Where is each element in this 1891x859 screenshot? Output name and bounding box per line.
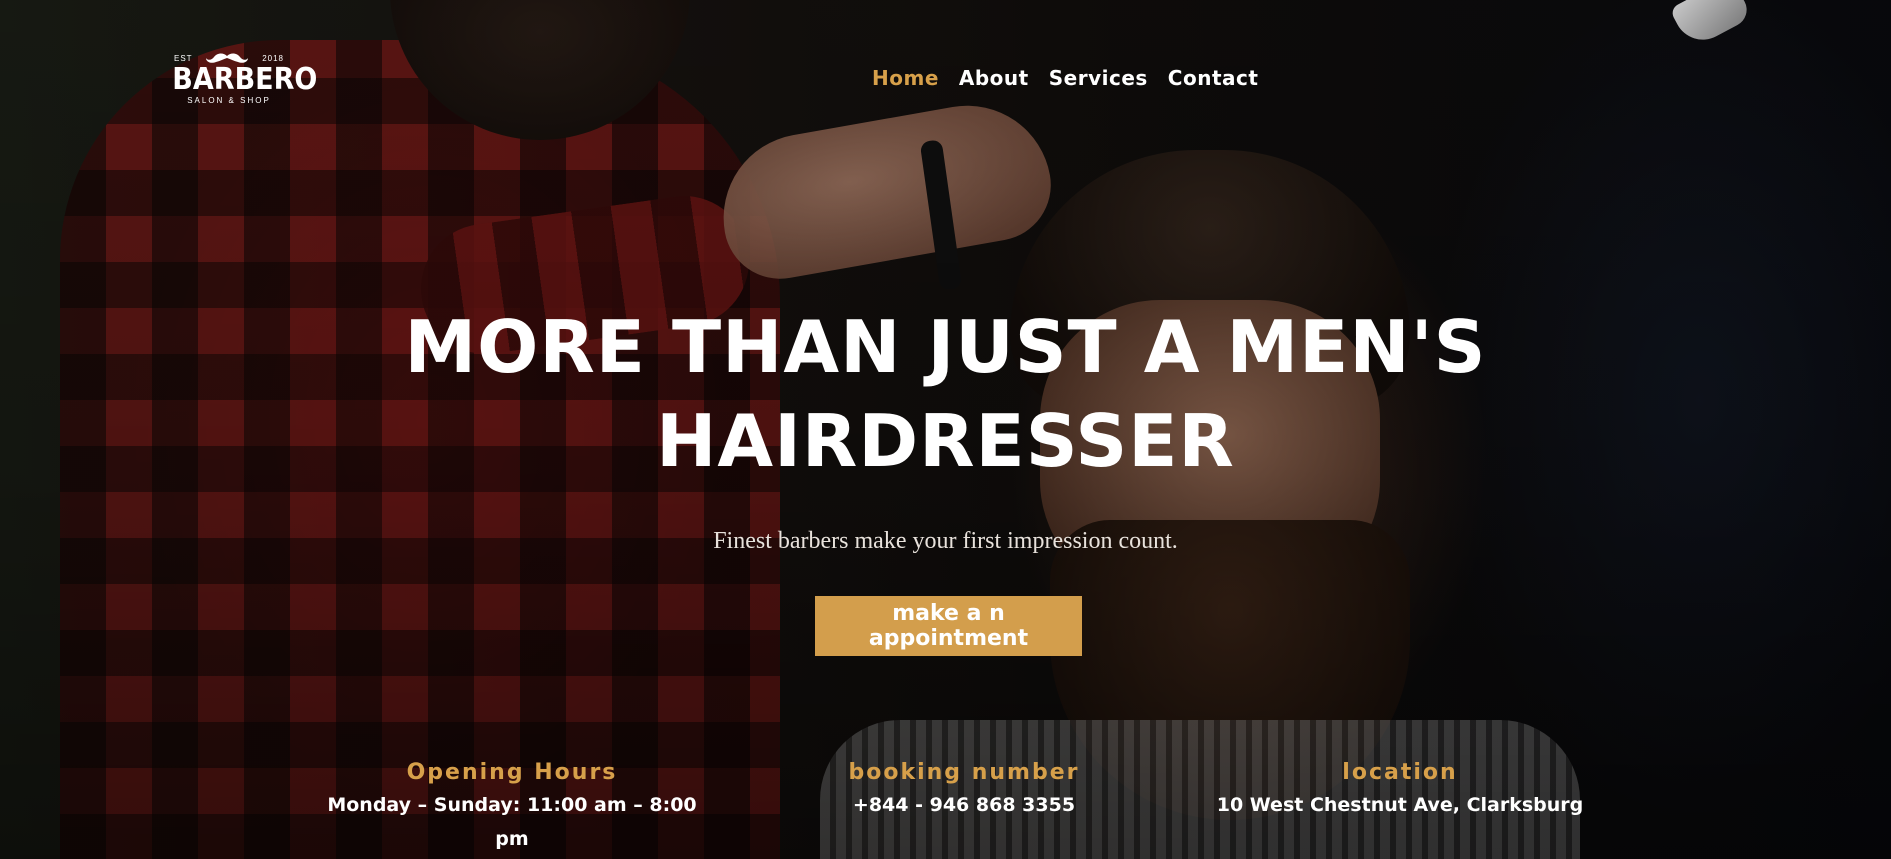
logo-name: BARBERO [172, 62, 318, 97]
hero-headline-line2: HAIRDRESSER [656, 399, 1235, 483]
booking-number-title: booking number [848, 760, 1080, 785]
hero-subtitle: Finest barbers make your first impressio… [713, 528, 1178, 554]
nav-item-services[interactable]: Services [1049, 66, 1148, 90]
main-nav: Home About Services Contact [872, 66, 1258, 90]
background-photo-barber-hand [710, 92, 1060, 288]
nav-item-home[interactable]: Home [872, 66, 939, 90]
make-appointment-button[interactable]: make a n appointment [815, 596, 1082, 656]
location-title: location [1342, 760, 1458, 785]
opening-hours-title: Opening Hours [406, 760, 618, 785]
location-block: location 10 West Chestnut Ave, Clarksbur… [1210, 758, 1590, 822]
booking-number-block: booking number +844 - 946 868 3355 [774, 758, 1154, 822]
nav-item-about[interactable]: About [959, 66, 1029, 90]
hero-headline: MORE THAN JUST A MEN'S HAIRDRESSER [0, 300, 1891, 488]
brand-logo[interactable]: EST 2018 BARBERO SALON & SHOP [166, 52, 318, 105]
location-value: 10 West Chestnut Ave, Clarksburg [1216, 794, 1584, 816]
hero-headline-line1: MORE THAN JUST A MEN'S [404, 305, 1487, 389]
opening-hours-value: Monday – Sunday: 11:00 am – 8:00 pm [327, 794, 697, 850]
background-photo-barber-head [390, 0, 690, 140]
nav-item-contact[interactable]: Contact [1168, 66, 1259, 90]
hero-section: EST 2018 BARBERO SALON & SHOP Home About… [0, 0, 1891, 859]
booking-number-value[interactable]: +844 - 946 868 3355 [774, 788, 1154, 822]
scissors-image [919, 139, 963, 291]
opening-hours-block: Opening Hours Monday – Sunday: 11:00 am … [322, 758, 702, 856]
logo-tagline: SALON & SHOP [187, 96, 271, 105]
razor-image [1669, 0, 1753, 50]
